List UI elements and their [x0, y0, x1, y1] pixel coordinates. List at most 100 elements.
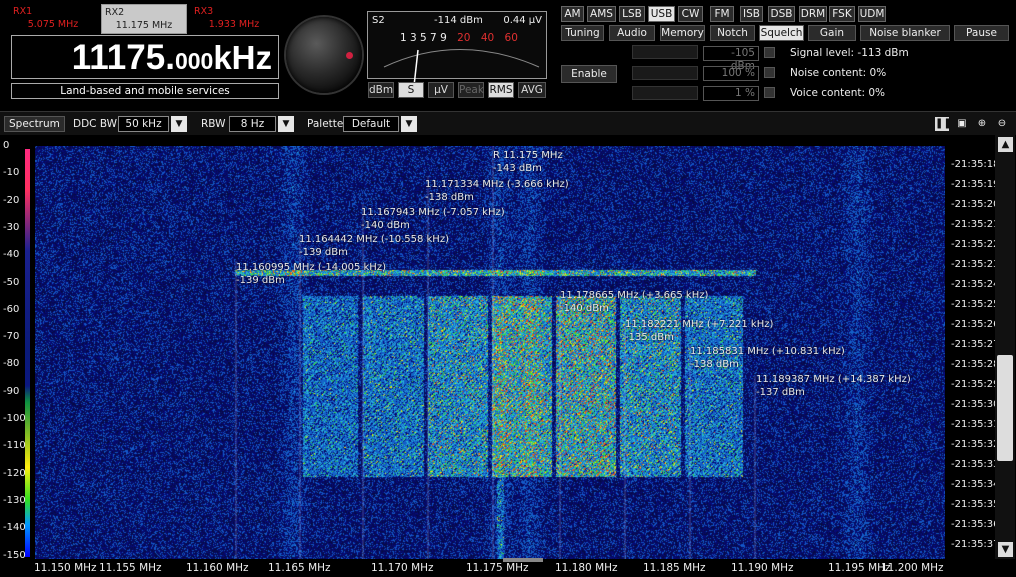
time-tick-label: -21:35:32	[951, 439, 1000, 450]
palette-dropdown-icon[interactable]: ▼	[401, 116, 417, 132]
marker-level: -140 dBm	[560, 303, 609, 314]
frequency-marker[interactable]: 11.185831 MHz (+10.831 kHz) -138 dBm	[690, 345, 845, 371]
tab-memory[interactable]: Memory	[660, 25, 705, 41]
tuning-knob[interactable]	[286, 17, 362, 93]
rx2-freq: 11.175 MHz	[115, 20, 173, 31]
rbw-dropdown-icon[interactable]: ▼	[278, 116, 294, 132]
meter-peak-button[interactable]: Peak	[458, 82, 484, 98]
service-label: Land-based and mobile services	[11, 83, 279, 99]
frequency-unit: kHz	[213, 39, 272, 76]
level-tick-label: -60	[3, 303, 20, 315]
palette-color-bar	[25, 149, 30, 557]
mode-cw[interactable]: CW	[678, 6, 703, 22]
time-tick-label: -21:35:37	[951, 539, 1000, 550]
rx3-freq: 1.933 MHz	[208, 19, 260, 30]
mode-fm[interactable]: FM	[710, 6, 734, 22]
squelch-level-slider[interactable]	[632, 45, 698, 59]
ddc-bw-select[interactable]: 50 kHz	[118, 116, 169, 132]
level-tick-label: -130	[3, 494, 26, 506]
scroll-down-icon[interactable]: ▼	[998, 542, 1013, 557]
marker-level: -139 dBm	[236, 275, 285, 286]
zoom-in-icon[interactable]: ⊕	[975, 117, 989, 131]
ddc-bw-dropdown-icon[interactable]: ▼	[171, 116, 187, 132]
mode-lsb[interactable]: LSB	[619, 6, 645, 22]
rx1-tab[interactable]: RX1 5.075 MHz	[10, 4, 96, 34]
palette-select[interactable]: Default	[343, 116, 399, 132]
noise-level-slider[interactable]	[632, 66, 698, 80]
mode-ams[interactable]: AMS	[587, 6, 616, 22]
tab-noise-blanker[interactable]: Noise blanker	[860, 25, 950, 41]
time-tick-label: -21:35:28	[951, 359, 1000, 370]
level-tick-label: -10	[3, 167, 20, 179]
frequency-marker[interactable]: R 11.175 MHz -143 dBm	[493, 149, 563, 175]
marker-frequency: 11.189387 MHz (+14.387 kHz)	[756, 374, 911, 385]
mode-udm[interactable]: UDM	[858, 6, 886, 22]
mode-fsk[interactable]: FSK	[829, 6, 855, 22]
time-tick-label: -21:35:21	[951, 219, 1000, 230]
tab-audio[interactable]: Audio	[609, 25, 655, 41]
rx3-tab[interactable]: RX3 1.933 MHz	[191, 4, 277, 34]
mode-dsb[interactable]: DSB	[768, 6, 795, 22]
meter-s-value: S2	[372, 15, 385, 26]
voice-level-value[interactable]: 1 %	[703, 86, 759, 101]
mode-drm[interactable]: DRM	[799, 6, 827, 22]
mode-isb[interactable]: ISB	[740, 6, 763, 22]
voice-checkbox[interactable]	[764, 87, 775, 98]
frequency-tick-label: 11.180 MHz	[555, 562, 618, 574]
meter-rms-button[interactable]: RMS	[488, 82, 514, 98]
tab-tuning[interactable]: Tuning	[561, 25, 604, 41]
squelch-enable-button[interactable]: Enable	[561, 65, 617, 83]
tab-pause[interactable]: Pause	[954, 25, 1009, 41]
meter-uv-button[interactable]: μV	[428, 82, 454, 98]
time-tick-label: -21:35:24	[951, 279, 1000, 290]
time-tick-label: -21:35:23	[951, 259, 1000, 270]
frequency-marker[interactable]: 11.171334 MHz (-3.666 kHz) -138 dBm	[425, 178, 569, 204]
voice-level-slider[interactable]	[632, 86, 698, 100]
frequency-marker[interactable]: 11.178665 MHz (+3.665 kHz) -140 dBm	[560, 289, 708, 315]
ddc-bw-label: DDC BW	[73, 118, 118, 130]
pause-icon[interactable]: ❚❚	[935, 117, 952, 131]
horizontal-scroll-thumb[interactable]	[503, 558, 543, 562]
frequency-marker[interactable]: 11.167943 MHz (-7.057 kHz) -140 dBm	[361, 206, 505, 232]
marker-level: -138 dBm	[425, 192, 474, 203]
marker-level: -143 dBm	[493, 163, 542, 174]
marker-frequency: 11.185831 MHz (+10.831 kHz)	[690, 346, 845, 357]
frequency-marker[interactable]: 11.182221 MHz (+7.221 kHz) -135 dBm	[625, 318, 773, 344]
noise-level-value[interactable]: 100 %	[703, 66, 759, 81]
noise-checkbox[interactable]	[764, 67, 775, 78]
signal-checkbox[interactable]	[764, 47, 775, 58]
zoom-out-icon[interactable]: ⊖	[995, 117, 1009, 131]
meter-s-button[interactable]: S	[398, 82, 424, 98]
mode-am[interactable]: AM	[561, 6, 584, 22]
marker-frequency: 11.178665 MHz (+3.665 kHz)	[560, 290, 709, 301]
rx2-tab[interactable]: RX2 11.175 MHz	[101, 4, 187, 34]
meter-dbm-button[interactable]: dBm	[368, 82, 394, 98]
time-tick-label: -21:35:34	[951, 479, 1000, 490]
vertical-scrollbar[interactable]: ▲ ▼	[995, 135, 1015, 559]
spectrum-button[interactable]: Spectrum	[4, 116, 65, 132]
meter-avg-button[interactable]: AVG	[518, 82, 546, 98]
save-icon[interactable]: ▣	[955, 117, 969, 131]
tab-gain[interactable]: Gain	[808, 25, 856, 41]
squelch-level-value[interactable]: -105 dBm	[703, 46, 759, 72]
tab-notch[interactable]: Notch	[710, 25, 755, 41]
frequency-marker[interactable]: 11.160995 MHz (-14.005 kHz) -139 dBm	[236, 261, 386, 287]
level-tick-label: -150	[3, 549, 26, 561]
tab-squelch[interactable]: Squelch	[759, 25, 804, 41]
scroll-thumb[interactable]	[997, 355, 1013, 461]
marker-level: -139 dBm	[299, 247, 348, 258]
meter-uv-value: 0.44 μV	[503, 15, 542, 26]
meter-dbm-value: -114 dBm	[434, 15, 483, 26]
frequency-tick-label: 11.155 MHz	[99, 562, 162, 574]
scroll-up-icon[interactable]: ▲	[998, 137, 1013, 152]
frequency-marker[interactable]: 11.164442 MHz (-10.558 kHz) -139 dBm	[299, 233, 449, 259]
level-tick-label: -90	[3, 385, 20, 397]
frequency-display[interactable]: 11175.000kHz	[11, 35, 279, 79]
noise-content-text: Noise content: 0%	[790, 67, 887, 79]
frequency-marker[interactable]: 11.189387 MHz (+14.387 kHz) -137 dBm	[756, 373, 911, 399]
mode-usb[interactable]: USB	[648, 6, 675, 22]
rx2-name: RX2	[105, 7, 125, 18]
rbw-select[interactable]: 8 Hz	[229, 116, 276, 132]
time-tick-label: -21:35:36	[951, 519, 1000, 530]
rx1-name: RX1	[13, 6, 33, 17]
